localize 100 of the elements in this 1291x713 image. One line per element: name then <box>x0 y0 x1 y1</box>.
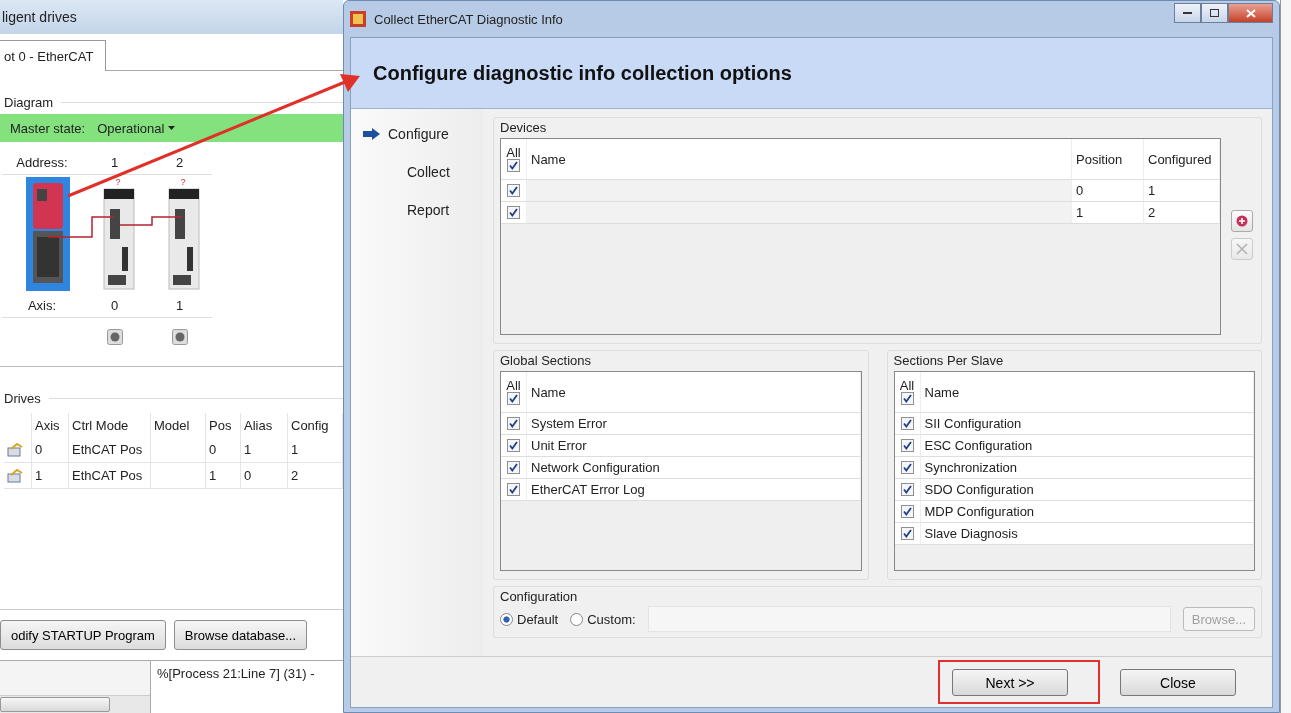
tab[interactable]: ot 0 - EtherCAT <box>0 40 107 71</box>
checkbox[interactable] <box>507 206 520 219</box>
wizard-step[interactable]: Configure <box>351 123 483 145</box>
close-button[interactable] <box>1228 3 1273 23</box>
checkbox[interactable] <box>900 391 914 405</box>
checkbox[interactable] <box>507 158 520 172</box>
close-icon <box>1245 8 1256 18</box>
group-label: Configuration <box>500 589 579 606</box>
axis-value: 0 <box>109 297 120 313</box>
checkbox[interactable] <box>900 439 914 452</box>
checkbox[interactable] <box>507 184 520 197</box>
add-button[interactable] <box>1231 210 1253 232</box>
section-name: ESC Configuration <box>920 435 1254 457</box>
checkbox[interactable] <box>507 461 520 474</box>
checkbox[interactable] <box>507 439 520 452</box>
table-cell: 0 <box>1072 180 1144 202</box>
section-name: Synchronization <box>920 457 1254 479</box>
cross-icon <box>1236 243 1248 255</box>
checkbox[interactable] <box>900 527 914 540</box>
axis-label: Axis: <box>26 297 58 313</box>
window-title: ligent drives <box>0 0 343 34</box>
table-cell: 1 <box>1144 180 1220 202</box>
group-label: Global Sections <box>500 353 593 370</box>
section-name: Unit Error <box>527 435 861 457</box>
table-cell: 1 <box>241 437 288 463</box>
table-cell: 1 <box>1072 202 1144 224</box>
minimize-icon <box>1183 11 1192 15</box>
table-cell: 0 <box>32 437 69 463</box>
action-button[interactable]: Browse database... <box>173 620 308 650</box>
all-label: All <box>506 379 521 392</box>
arrow-icon <box>363 128 380 140</box>
checkbox[interactable] <box>900 461 914 474</box>
column-header: Name <box>527 372 861 413</box>
checkbox[interactable] <box>507 417 520 430</box>
column-header: Alias <box>241 413 288 437</box>
checkbox[interactable] <box>507 483 520 496</box>
motor-icon <box>171 328 188 345</box>
column-header: Position <box>1072 139 1144 180</box>
radio-option[interactable]: Default <box>500 611 559 627</box>
table-cell: EthCAT Pos <box>69 463 151 489</box>
column-header: Model <box>151 413 206 437</box>
axis-value: 1 <box>174 297 185 313</box>
minimize-button[interactable] <box>1174 3 1201 23</box>
plus-icon <box>1236 215 1248 227</box>
section-name: Slave Diagnosis <box>920 523 1254 545</box>
column-header: Pos <box>206 413 241 437</box>
radio-option[interactable]: Custom: <box>570 611 636 627</box>
column-header: Name <box>920 372 1254 413</box>
group-label: Diagram <box>4 94 54 110</box>
scrollbar[interactable] <box>0 695 150 713</box>
section-name: MDP Configuration <box>920 501 1254 523</box>
blank-cell <box>151 463 206 489</box>
section-name: Network Configuration <box>527 457 861 479</box>
master-state-dropdown[interactable]: Operational <box>97 120 176 136</box>
checkbox[interactable] <box>900 505 914 518</box>
table-cell: 1 <box>206 463 241 489</box>
drive-drawing[interactable] <box>168 188 200 290</box>
unknown-mark: ? <box>180 177 186 187</box>
address-value: 2 <box>174 154 185 170</box>
unknown-mark: ? <box>115 177 121 187</box>
footer-button[interactable]: Next >> <box>952 669 1068 696</box>
maximize-button[interactable] <box>1201 3 1228 23</box>
checkbox[interactable] <box>507 391 520 405</box>
section-name: System Error <box>527 413 861 435</box>
motor-icon <box>106 328 123 345</box>
page-heading: Configure diagnostic info collection options <box>373 61 792 85</box>
column-header: Name <box>527 139 1072 180</box>
app-icon <box>350 11 366 27</box>
section-name: EtherCAT Error Log <box>527 479 861 501</box>
group-label: Drives <box>4 390 41 406</box>
checkbox[interactable] <box>900 483 914 496</box>
all-label: All <box>506 146 521 159</box>
checkbox[interactable] <box>900 417 914 430</box>
table-cell: 0 <box>241 463 288 489</box>
column-header: Configured <box>1144 139 1220 180</box>
blank-cell <box>151 437 206 463</box>
action-button[interactable]: odify STARTUP Program <box>0 620 166 650</box>
group-label: Devices <box>500 120 548 137</box>
maximize-icon <box>1210 9 1219 17</box>
table-cell: 1 <box>32 463 69 489</box>
all-label: All <box>899 379 915 392</box>
section-name: SDO Configuration <box>920 479 1254 501</box>
table-cell: 2 <box>1144 202 1220 224</box>
address-value: 1 <box>109 154 120 170</box>
table-cell: 0 <box>206 437 241 463</box>
drive-row-icon <box>7 468 23 483</box>
column-header: Axis <box>32 413 69 437</box>
address-label: Address: <box>15 154 69 170</box>
drive-row-icon <box>7 442 23 457</box>
column-header: Ctrl Mode <box>69 413 151 437</box>
wizard-step[interactable]: Report <box>351 199 483 221</box>
section-name: SII Configuration <box>920 413 1254 435</box>
master-state-label: Master state: <box>10 120 86 136</box>
footer-button[interactable]: Close <box>1120 669 1236 696</box>
group-label: Sections Per Slave <box>893 353 1005 370</box>
caret-icon <box>168 126 176 130</box>
drive-drawing[interactable] <box>103 188 135 290</box>
wizard-step[interactable]: Collect <box>351 161 483 183</box>
controller-drawing[interactable] <box>26 177 70 291</box>
dialog-title: Collect EtherCAT Diagnostic Info <box>374 11 563 27</box>
